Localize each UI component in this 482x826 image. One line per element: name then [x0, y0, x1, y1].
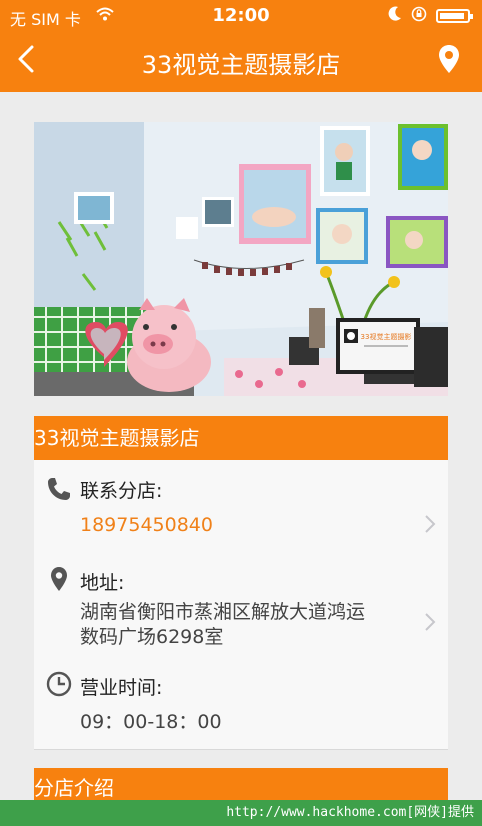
chevron-right-icon	[425, 613, 436, 631]
hours-row: 营业时间: 09：00-18：00	[34, 657, 448, 750]
phone-icon	[48, 478, 70, 500]
address-label: 地址:	[80, 572, 125, 594]
hours-value: 09：00-18：00	[80, 711, 222, 733]
address-text: 湖南省衡阳市蒸湘区解放大道鸿运 数码广场6298室	[80, 600, 365, 650]
rotation-lock-icon	[411, 6, 427, 26]
monitor-sign-text: 33视觉主题摄影	[361, 332, 412, 341]
navigation-header: 无 SIM 卡 12:00 33视觉主题摄影店	[0, 0, 482, 92]
phone-number[interactable]: 18975450840	[80, 513, 213, 538]
location-button[interactable]	[438, 44, 460, 74]
watermark-bar: http://www.hackhome.com[网侠]提供	[0, 800, 482, 826]
address-line-2: 数码广场6298室	[80, 626, 224, 648]
address-line-1: 湖南省衡阳市蒸湘区解放大道鸿运	[80, 601, 366, 623]
store-name-header: 33视觉主题摄影店	[34, 416, 448, 460]
hours-label: 营业时间:	[80, 677, 163, 699]
address-row[interactable]: 地址: 湖南省衡阳市蒸湘区解放大道鸿运 数码广场6298室	[34, 552, 448, 658]
store-photo: 33视觉主题摄影	[34, 122, 448, 396]
chevron-right-icon	[425, 515, 436, 533]
battery-icon	[436, 9, 473, 23]
status-bar: 无 SIM 卡 12:00	[0, 0, 482, 32]
contact-label: 联系分店:	[80, 480, 163, 502]
moon-icon	[388, 6, 402, 26]
map-pin-icon	[439, 45, 459, 73]
back-button[interactable]	[14, 44, 40, 74]
location-icon	[51, 567, 67, 591]
status-time: 12:00	[212, 5, 270, 26]
clock-icon	[46, 671, 72, 697]
intro-section-header: 分店介绍	[34, 768, 448, 804]
chevron-left-icon	[18, 45, 34, 73]
page-title: 33视觉主题摄影店	[141, 51, 341, 79]
contact-row[interactable]: 联系分店: 18975450840	[34, 460, 448, 553]
